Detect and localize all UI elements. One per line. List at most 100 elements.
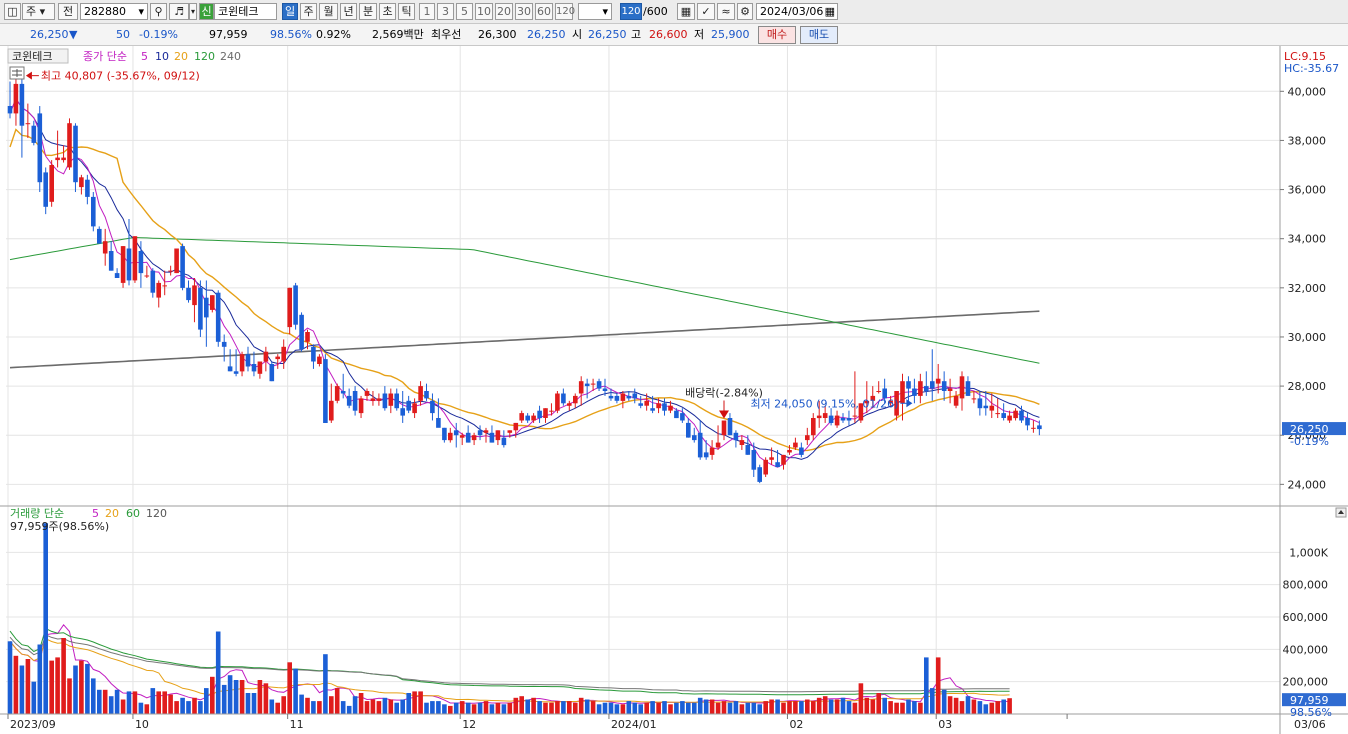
candle-body — [430, 400, 435, 414]
interval-1[interactable]: 1 — [419, 3, 435, 20]
period-tab-year[interactable]: 년 — [340, 3, 357, 20]
chart-menu-icon[interactable]: ◫ — [4, 3, 21, 20]
candle-body — [775, 462, 780, 468]
stock-chart[interactable]: 24,00026,00028,00030,00032,00034,00036,0… — [0, 46, 1348, 734]
candle-body — [245, 354, 251, 367]
candle-body — [900, 381, 905, 404]
volume-bar — [799, 701, 804, 714]
chart-type-icon[interactable]: ▦ — [677, 3, 695, 20]
count-input[interactable]: 120 — [620, 3, 642, 20]
candle-body — [751, 450, 757, 470]
volume-tick-label: 600,000 — [1283, 611, 1329, 624]
hc-label: HC:-35.67 — [1284, 62, 1339, 75]
volume-bar — [31, 681, 37, 714]
candle-body — [299, 314, 304, 350]
volume-bar — [602, 702, 608, 714]
stock-name-field[interactable]: 코윈테크 — [214, 3, 277, 20]
volume-bar — [787, 701, 792, 714]
candle-body — [816, 415, 822, 419]
candle-body — [287, 287, 292, 328]
candle-body — [769, 457, 774, 460]
calendar-icon: ▦ — [824, 5, 835, 18]
volume-bar — [846, 701, 852, 714]
interval-30[interactable]: 30 — [515, 3, 533, 20]
search-icon[interactable]: ⚲ — [150, 3, 167, 20]
volume-bar — [953, 697, 959, 714]
volume-bar — [138, 702, 144, 714]
volume-bar — [334, 688, 340, 714]
candle-body — [620, 393, 626, 401]
market-select[interactable]: 주 ▾ — [22, 3, 55, 20]
draw-tool-icon[interactable]: ✓ — [697, 3, 715, 20]
chevron-down-icon[interactable]: ▾ — [189, 3, 197, 20]
volume-bar — [323, 654, 328, 714]
interval-10[interactable]: 10 — [475, 3, 493, 20]
volume-bar — [870, 699, 876, 714]
candle-body — [257, 361, 263, 374]
volume-bar — [733, 701, 739, 714]
period-tab-second[interactable]: 초 — [379, 3, 396, 20]
candle-body — [989, 405, 995, 411]
volume-bar — [406, 693, 411, 714]
chart-stock-name: 코윈테크 — [12, 49, 52, 63]
candle-body — [1019, 410, 1024, 421]
price-legend-title: 종가 단순 — [83, 50, 127, 63]
down-arrow-icon: ▼ — [69, 28, 78, 41]
period-tab-minute[interactable]: 분 — [359, 3, 377, 20]
candle-body — [805, 435, 810, 441]
volume-bar — [459, 701, 465, 714]
volume-bar — [924, 657, 929, 714]
volume-bar — [85, 663, 90, 714]
indicator-icon[interactable]: ≈ — [717, 3, 735, 20]
volume-bar — [346, 705, 352, 714]
candle-body — [233, 371, 239, 374]
volume-bar — [834, 699, 840, 714]
date-input[interactable]: 2024/03/06 ▦ — [756, 3, 838, 20]
volume-bar — [727, 702, 733, 714]
volume-bar — [465, 702, 471, 714]
interval-120[interactable]: 120 — [555, 3, 575, 20]
candle-body — [971, 398, 977, 400]
interval-20[interactable]: 20 — [495, 3, 513, 20]
market-type-button[interactable]: 전 — [58, 3, 78, 20]
buy-button[interactable]: 매수 — [758, 26, 796, 44]
volume-bar — [888, 701, 893, 714]
settings-gear-icon[interactable]: ⚙ — [737, 3, 753, 20]
interval-60[interactable]: 60 — [535, 3, 553, 20]
candle-body — [162, 285, 167, 287]
candle-body — [608, 395, 614, 399]
volume-bar — [257, 680, 263, 714]
volume-legend-title: 거래량 단순 — [10, 507, 64, 520]
candle-body — [132, 236, 138, 281]
interval-3[interactable]: 3 — [437, 3, 454, 20]
interval-5[interactable]: 5 — [456, 3, 473, 20]
dividend-annotation: 배당락(-2.84%) — [685, 386, 763, 399]
candle-body — [210, 295, 215, 310]
period-tab-day[interactable]: 일 — [282, 3, 298, 20]
period-tab-tick[interactable]: 틱 — [398, 3, 415, 20]
volume-bar — [805, 699, 810, 714]
stock-code-input[interactable]: 282880 ▾ — [80, 3, 148, 20]
last-change-tag: -0.19% — [1290, 435, 1329, 448]
volume-bar — [561, 701, 566, 714]
volume-bar — [388, 699, 394, 714]
volume-bar — [97, 689, 102, 715]
date-tick-label: 03/06 — [1294, 718, 1326, 731]
candle-body — [584, 383, 590, 387]
open-label: 시 — [572, 28, 583, 41]
period-tab-month[interactable]: 월 — [319, 3, 338, 20]
candle-body — [662, 403, 667, 411]
volume-bar — [739, 704, 745, 714]
speaker-icon[interactable]: ♬ — [169, 3, 189, 20]
date-tick-label: 10 — [135, 718, 149, 731]
volume-bar — [573, 702, 578, 714]
vol-legend-ma60: 60 — [126, 507, 140, 520]
candle-body — [846, 418, 852, 421]
volume-bar — [894, 702, 899, 714]
volume-bar — [995, 701, 1000, 714]
period-tab-week[interactable]: 주 — [300, 3, 317, 20]
candle-body — [448, 432, 453, 441]
custom-interval-input[interactable]: ▾ — [578, 3, 612, 20]
candle-body — [590, 383, 596, 385]
sell-button[interactable]: 매도 — [800, 26, 838, 44]
